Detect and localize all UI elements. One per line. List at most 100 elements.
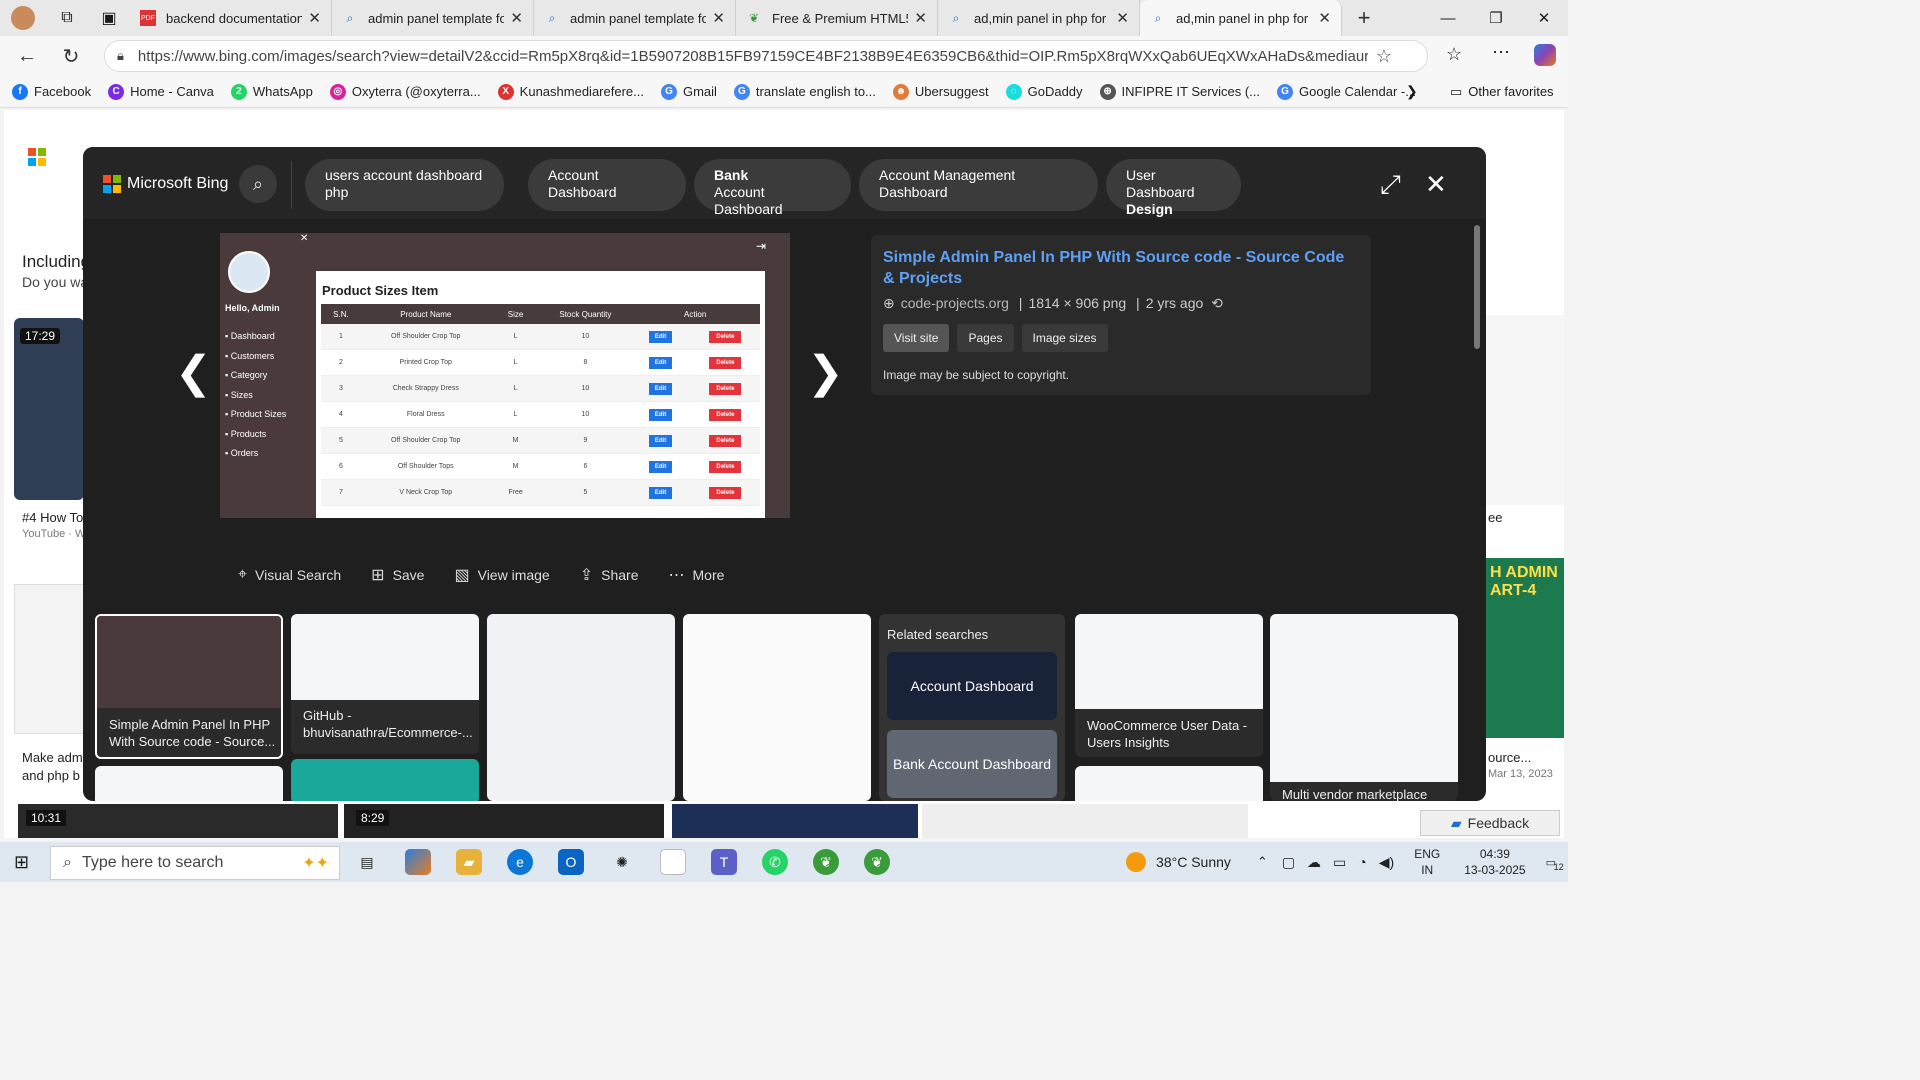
thumbnail[interactable] bbox=[487, 614, 675, 801]
image-sizes-button[interactable]: Image sizes bbox=[1021, 324, 1108, 352]
bookmark-item[interactable]: Gtranslate english to... bbox=[733, 83, 876, 100]
thumbnail[interactable]: WooCommerce User Data - Users Insights bbox=[1075, 614, 1263, 757]
bing-logo[interactable]: Microsoft Bing bbox=[103, 175, 228, 193]
share-button[interactable]: ⇪ Share bbox=[580, 565, 639, 585]
search-icon[interactable]: ⌕ bbox=[239, 165, 277, 203]
clock[interactable]: 04:39 13-03-2025 bbox=[1464, 846, 1525, 878]
new-tab-button[interactable]: + bbox=[1342, 5, 1386, 31]
thumbnail[interactable] bbox=[291, 759, 479, 801]
related-chip[interactable]: Account Management Dashboard bbox=[859, 159, 1098, 211]
favorite-star-icon[interactable]: ☆ bbox=[1376, 46, 1392, 67]
view-image-button[interactable]: ▧ View image bbox=[454, 565, 549, 585]
feedback-button[interactable]: ▰ Feedback bbox=[1420, 810, 1560, 836]
thumbnail[interactable]: Multi vendor marketplace bbox=[1270, 614, 1458, 801]
bookmarks-overflow-icon[interactable]: ❯ bbox=[1406, 83, 1418, 100]
more-button[interactable]: ⋯ More bbox=[669, 565, 725, 585]
device-icon[interactable]: ▢ bbox=[1282, 854, 1295, 871]
whatsapp-icon[interactable]: ✆ bbox=[762, 849, 788, 875]
expand-icon[interactable]: ⤢ bbox=[1380, 169, 1401, 201]
close-tab-icon[interactable]: ✕ bbox=[510, 9, 523, 27]
teams-icon[interactable]: T bbox=[711, 849, 737, 875]
tab[interactable]: ⌕ admin panel template for ✕ bbox=[332, 0, 534, 36]
copilot-icon[interactable] bbox=[1534, 44, 1556, 66]
vertical-tabs-icon[interactable]: ▣ bbox=[88, 8, 130, 28]
notification-icon[interactable]: ▭ 12 bbox=[1546, 856, 1564, 872]
related-chip[interactable]: Bank Account Dashboard bbox=[694, 159, 851, 217]
show-hidden-icons[interactable]: ⌃ bbox=[1257, 854, 1268, 870]
thumbnail[interactable] bbox=[95, 766, 283, 801]
pages-button[interactable]: Pages bbox=[957, 324, 1014, 352]
bookmark-item[interactable]: C Home - Canva bbox=[108, 83, 214, 100]
lock-icon[interactable]: 🔒︎ bbox=[117, 48, 124, 64]
bookmark-item[interactable]: G Gmail bbox=[660, 83, 717, 100]
outlook-icon[interactable]: O bbox=[558, 849, 584, 875]
profile-avatar[interactable] bbox=[0, 0, 46, 36]
visit-site-button[interactable]: Visit site bbox=[883, 324, 950, 352]
thumbnail[interactable] bbox=[683, 614, 871, 801]
file-explorer-icon[interactable]: ▰ bbox=[456, 849, 482, 875]
tab[interactable]: ⌕ admin panel template for ✕ bbox=[534, 0, 736, 36]
thumbnail[interactable]: GitHub - bhuvisanathra/Ecommerce-... bbox=[291, 614, 479, 754]
app-leaf-icon[interactable]: ❦ bbox=[813, 849, 839, 875]
image-thumbnail[interactable] bbox=[1484, 315, 1564, 505]
weather-text[interactable]: 38°C Sunny bbox=[1156, 854, 1231, 870]
video-thumbnail[interactable]: 8:29 bbox=[344, 804, 664, 838]
wifi-icon[interactable]: ◔ bbox=[1358, 854, 1366, 870]
related-chip[interactable]: users account dashboard php bbox=[305, 159, 504, 211]
tab[interactable]: ❦Free & Premium HTML5 C✕ bbox=[736, 0, 938, 36]
scrollbar[interactable] bbox=[1474, 225, 1480, 349]
taskbar-search[interactable]: ⌕ Type here to search ✦✦ bbox=[50, 846, 340, 880]
image-thumbnail[interactable]: H ADMIN ART-4 bbox=[1484, 558, 1564, 738]
related-search-card[interactable]: Account Dashboard bbox=[887, 652, 1057, 720]
minimize-button[interactable]: — bbox=[1424, 0, 1472, 36]
app-leaf-icon[interactable]: ❦ bbox=[864, 849, 890, 875]
chatgpt-icon[interactable]: ✺ bbox=[609, 849, 635, 875]
close-tab-icon[interactable]: ✕ bbox=[308, 9, 321, 27]
bookmark-item[interactable]: ☻ Ubersuggest bbox=[892, 83, 989, 100]
image-thumbnail[interactable] bbox=[922, 804, 1248, 838]
tab[interactable]: ⌕ ad,min panel in php for pr ✕ bbox=[938, 0, 1140, 36]
cloud-icon[interactable]: ☁ bbox=[1307, 854, 1321, 871]
close-window-button[interactable]: ✕ bbox=[1520, 0, 1568, 36]
source-link[interactable]: code-projects.org bbox=[901, 295, 1009, 311]
main-preview-image[interactable]: ✕ ⇥ Hello, Admin ▪ Dashboard ▪ Customers ▪… bbox=[220, 233, 790, 518]
next-arrow-icon[interactable]: ❯ bbox=[807, 347, 844, 398]
save-button[interactable]: ⊞ Save bbox=[371, 565, 424, 585]
video-thumbnail[interactable]: 10:31 bbox=[18, 804, 338, 838]
related-chip[interactable]: User Dashboard Design bbox=[1106, 159, 1241, 217]
bookmark-item[interactable]: ◎ Oxyterra (@oxyterra... bbox=[329, 83, 481, 100]
tab-active[interactable]: ⌕ ad,min panel in php for p ✕ bbox=[1140, 0, 1342, 36]
close-icon[interactable]: ✕ bbox=[1425, 169, 1447, 200]
thumbnail[interactable] bbox=[1075, 766, 1263, 801]
task-view-icon[interactable]: ▤ bbox=[354, 849, 380, 875]
notepad-icon[interactable] bbox=[660, 849, 686, 875]
bookmark-item[interactable]: G Google Calendar -... bbox=[1276, 83, 1416, 100]
volume-icon[interactable]: ◀) bbox=[1379, 854, 1394, 871]
copilot-icon[interactable] bbox=[405, 849, 431, 875]
tab[interactable]: PDF backend documentation.p ✕ bbox=[130, 0, 332, 36]
refresh-button[interactable]: ↻ bbox=[54, 39, 88, 73]
close-tab-icon[interactable]: ✕ bbox=[712, 9, 725, 27]
close-tab-icon[interactable]: ✕ bbox=[914, 9, 927, 27]
previous-arrow-icon[interactable]: ❮ bbox=[175, 347, 212, 398]
related-chip[interactable]: Account Dashboard bbox=[528, 159, 686, 211]
favorites-icon[interactable]: ☆ bbox=[1446, 44, 1462, 65]
related-search-card[interactable]: Bank Account Dashboard bbox=[887, 730, 1057, 798]
other-favorites[interactable]: ▭ Other favorites bbox=[1450, 84, 1554, 100]
thumbnail[interactable]: Simple Admin Panel In PHP With Source co… bbox=[95, 614, 283, 759]
bookmark-item[interactable]: ⊕ INFIPRE IT Services (... bbox=[1099, 83, 1260, 100]
language-indicator[interactable]: ENG IN bbox=[1414, 846, 1440, 878]
bookmark-item[interactable]: f Facebook bbox=[12, 83, 91, 100]
workspaces-icon[interactable]: ⧉ bbox=[46, 9, 88, 27]
weather-icon[interactable] bbox=[1126, 852, 1147, 872]
close-tab-icon[interactable]: ✕ bbox=[1116, 9, 1129, 27]
visual-search-button[interactable]: ⌖ Visual Search bbox=[238, 565, 341, 585]
bookmark-item[interactable]: X Kunashmediarefere... bbox=[497, 83, 644, 100]
maximize-button[interactable]: ❐ bbox=[1472, 0, 1520, 36]
bookmark-item[interactable]: ◌ GoDaddy bbox=[1005, 83, 1083, 100]
image-thumbnail[interactable] bbox=[672, 804, 918, 838]
image-thumbnail[interactable] bbox=[14, 584, 84, 734]
windows-start-icon[interactable]: ⊞ bbox=[14, 852, 29, 873]
more-menu-icon[interactable]: ⋯ bbox=[1492, 42, 1510, 63]
close-tab-icon[interactable]: ✕ bbox=[1318, 9, 1331, 27]
